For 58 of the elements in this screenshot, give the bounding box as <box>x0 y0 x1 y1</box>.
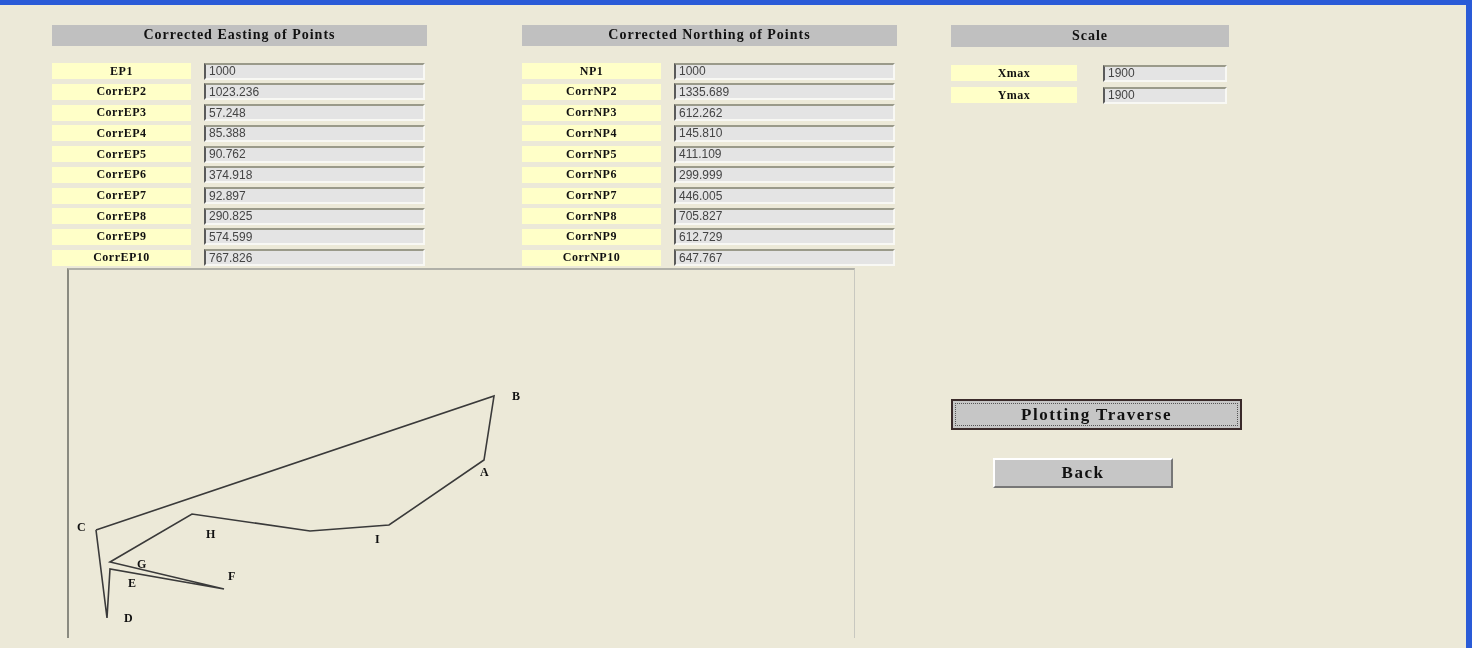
point-label: G <box>137 557 147 571</box>
input-field[interactable]: 299.999 <box>674 166 895 184</box>
point-label: A <box>480 465 489 479</box>
input-field[interactable]: 767.826 <box>204 249 425 267</box>
input-field[interactable]: 1900 <box>1103 86 1227 104</box>
field-label: CorrNP3 <box>522 104 661 121</box>
field-label: CorrEP10 <box>52 249 191 266</box>
field-label: Xmax <box>951 65 1077 81</box>
point-label: D <box>124 611 133 625</box>
field-label: CorrNP6 <box>522 166 661 183</box>
input-field[interactable]: 1335.689 <box>674 83 895 101</box>
field-label: CorrEP7 <box>52 187 191 204</box>
field-label: CorrEP3 <box>52 104 191 121</box>
field-label: EP1 <box>52 63 191 80</box>
field-label: CorrEP5 <box>52 146 191 163</box>
plot-button[interactable]: Plotting Traverse <box>951 399 1242 430</box>
input-field[interactable]: 574.599 <box>204 228 425 246</box>
back-button[interactable]: Back <box>993 458 1173 488</box>
field-label: CorrEP8 <box>52 208 191 225</box>
input-field[interactable]: 145.810 <box>674 124 895 142</box>
input-field[interactable]: 411.109 <box>674 145 895 163</box>
input-field[interactable]: 612.729 <box>674 228 895 246</box>
point-label: I <box>375 532 380 546</box>
input-field[interactable]: 705.827 <box>674 207 895 225</box>
field-label: CorrNP9 <box>522 228 661 245</box>
field-label: CorrEP2 <box>52 83 191 100</box>
input-field[interactable]: 612.262 <box>674 104 895 122</box>
input-field[interactable]: 374.918 <box>204 166 425 184</box>
input-field[interactable]: 446.005 <box>674 187 895 204</box>
panel-header: Corrected Easting of Points <box>52 25 427 46</box>
input-field[interactable]: 1000 <box>204 62 425 80</box>
point-label: H <box>206 527 216 541</box>
point-label: F <box>228 569 236 583</box>
input-field[interactable]: 92.897 <box>204 187 425 204</box>
field-label: CorrNP4 <box>522 125 661 142</box>
input-field[interactable]: 90.762 <box>204 145 425 163</box>
field-label: CorrNP2 <box>522 83 661 100</box>
field-label: CorrEP4 <box>52 125 191 142</box>
field-label: CorrNP5 <box>522 146 661 163</box>
field-label: CorrNP10 <box>522 249 661 266</box>
input-field[interactable]: 1900 <box>1103 64 1227 82</box>
field-label: CorrEP9 <box>52 228 191 245</box>
field-label: NP1 <box>522 63 661 80</box>
input-field[interactable]: 85.388 <box>204 124 425 142</box>
panel-header: Scale <box>951 25 1229 47</box>
field-label: Ymax <box>951 87 1077 103</box>
field-label: CorrNP7 <box>522 187 661 204</box>
field-label: CorrNP8 <box>522 208 661 225</box>
point-label: E <box>128 576 136 590</box>
point-label: C <box>77 520 86 534</box>
point-label: B <box>512 389 520 403</box>
input-field[interactable]: 57.248 <box>204 104 425 122</box>
input-field[interactable]: 1023.236 <box>204 83 425 101</box>
field-label: CorrEP6 <box>52 166 191 183</box>
input-field[interactable]: 290.825 <box>204 207 425 225</box>
input-field[interactable]: 647.767 <box>674 249 895 267</box>
input-field[interactable]: 1000 <box>674 62 895 80</box>
panel-header: Corrected Northing of Points <box>522 25 897 46</box>
